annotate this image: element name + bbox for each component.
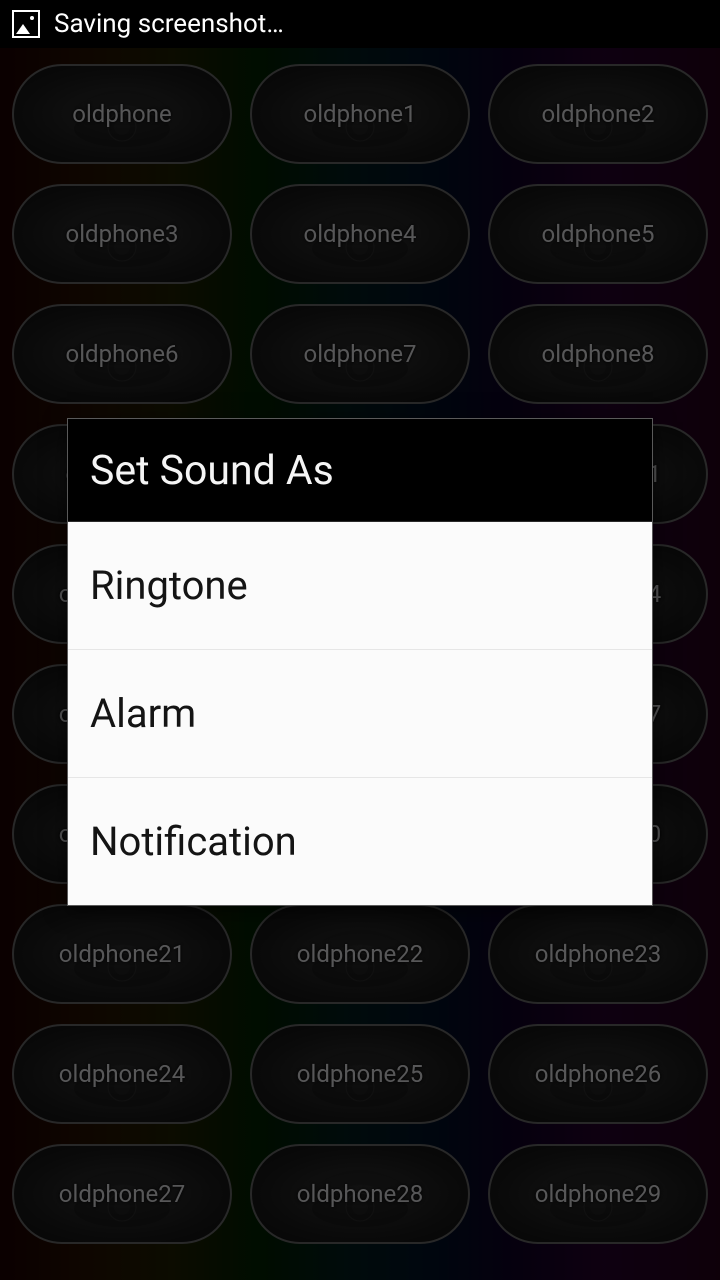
option-notification[interactable]: Notification <box>68 778 652 905</box>
status-text: Saving screenshot… <box>54 9 284 39</box>
option-ringtone[interactable]: Ringtone <box>68 522 652 650</box>
image-icon <box>12 10 40 38</box>
set-sound-dialog: Set Sound As Ringtone Alarm Notification <box>67 418 653 906</box>
dialog-title: Set Sound As <box>68 419 652 522</box>
dialog-options-list: Ringtone Alarm Notification <box>68 522 652 905</box>
option-alarm[interactable]: Alarm <box>68 650 652 778</box>
status-bar: Saving screenshot… <box>0 0 720 48</box>
